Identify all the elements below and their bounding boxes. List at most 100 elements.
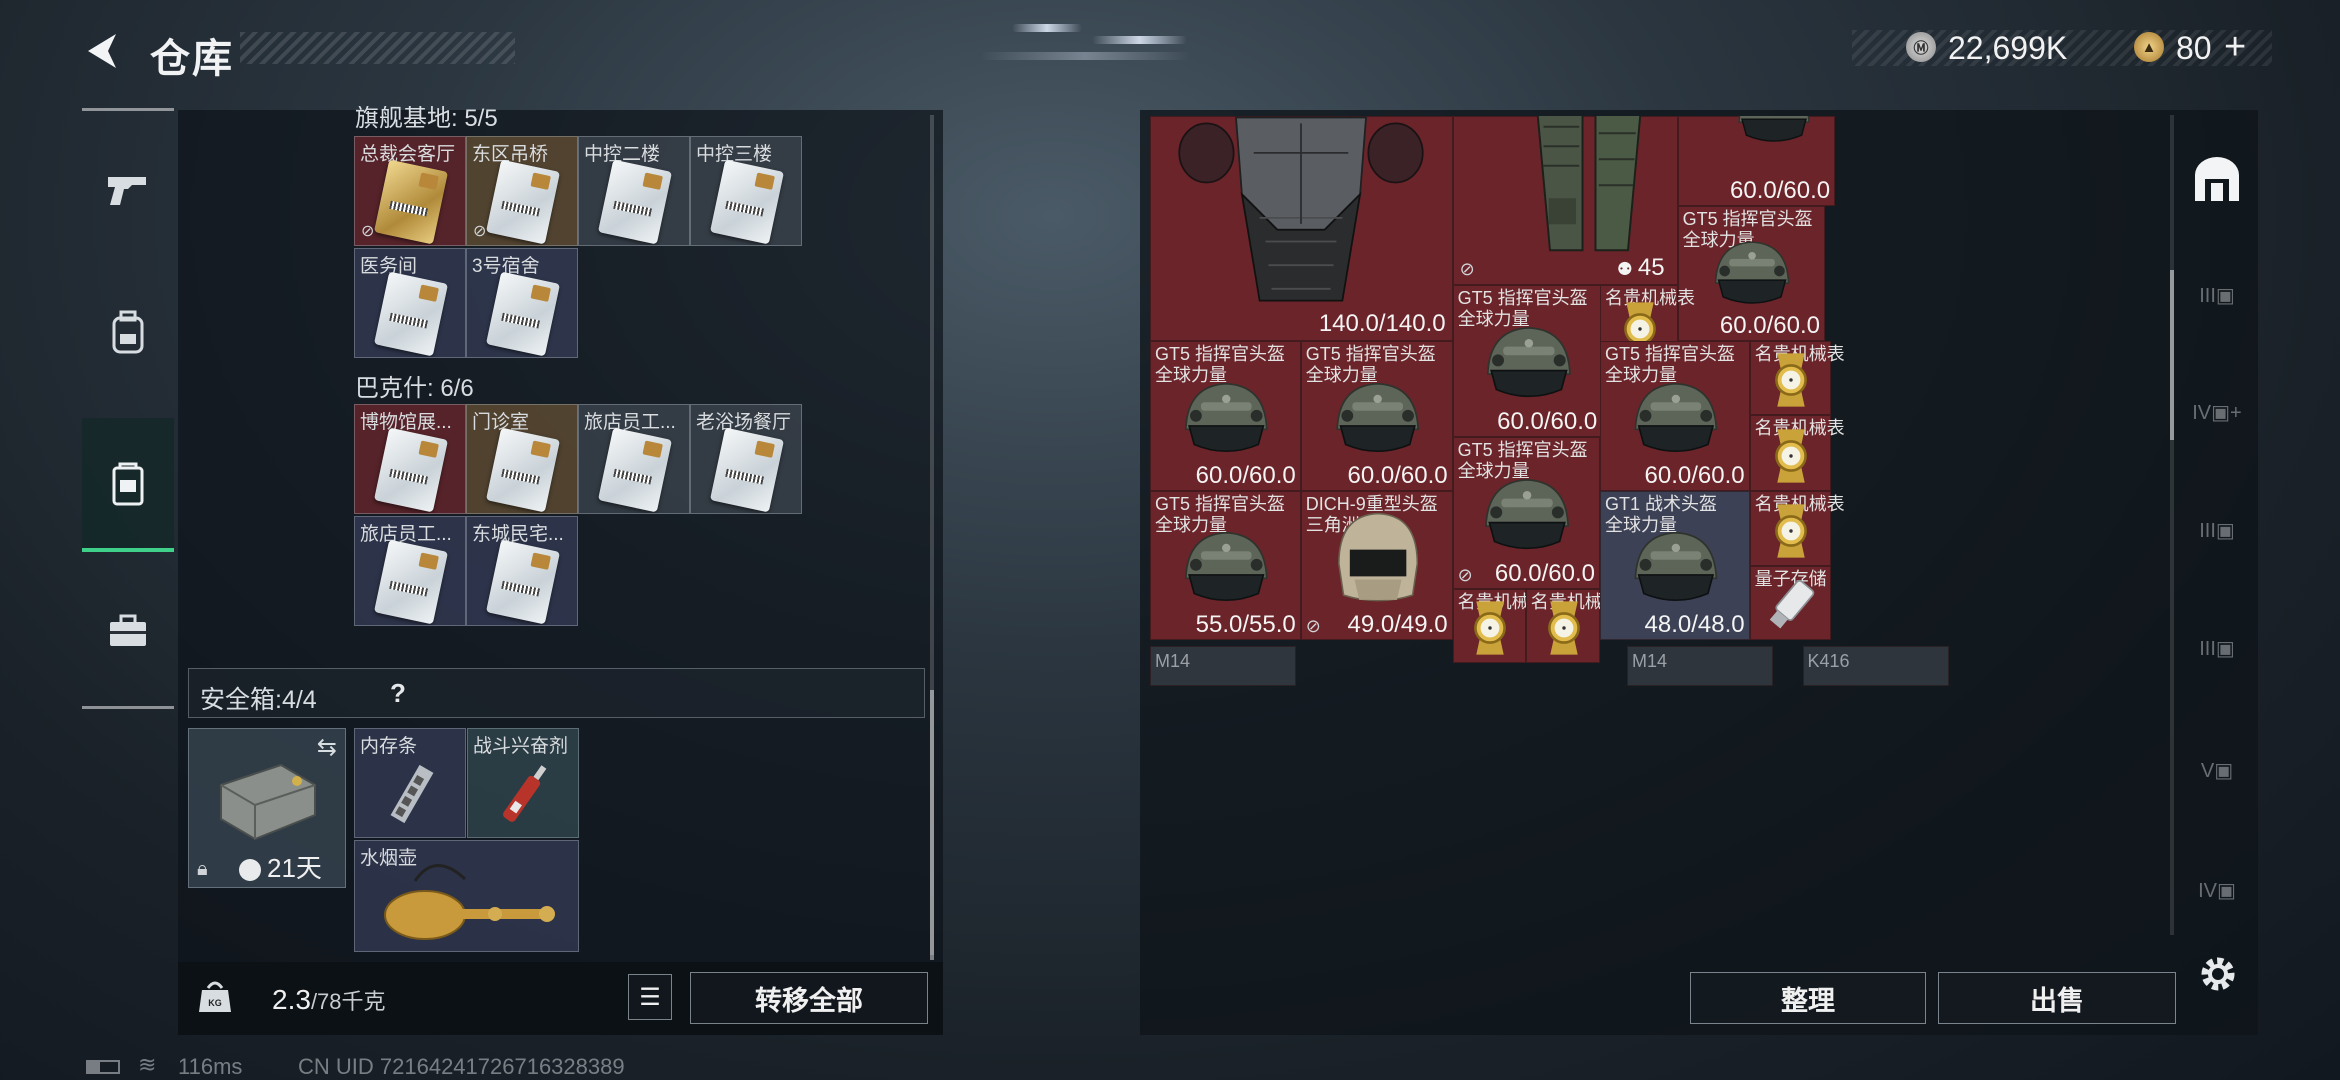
- sort-button[interactable]: 整理: [1690, 972, 1926, 1024]
- helmet-item[interactable]: GT5 指挥官头盔 全球力量 60.0/60.0: [1677, 206, 1825, 341]
- right-scrollbar-thumb[interactable]: [2170, 270, 2174, 440]
- safe-item-memory[interactable]: 内存条: [354, 728, 466, 838]
- helmet-item[interactable]: GT5 指挥官头盔 全球力量 60.0/60.0: [1150, 341, 1301, 491]
- chest-rig-item[interactable]: ⊘ ⚉ 45: [1452, 116, 1678, 285]
- watch-icon: [1765, 501, 1817, 561]
- helmet-icon: [1719, 116, 1829, 157]
- battery-icon: [86, 1060, 120, 1074]
- group2-title: 巴克什: 6/6: [355, 375, 474, 402]
- timer-icon: [239, 859, 261, 881]
- keycard-slot[interactable]: 东城民宅...: [466, 516, 578, 626]
- storage-unit-icon: III▣: [2199, 519, 2235, 542]
- no-trade-icon: ⊘: [1457, 564, 1473, 585]
- keycard-slot[interactable]: 东区吊桥 ⊘: [466, 136, 578, 246]
- helmet-icon: [1622, 526, 1730, 619]
- storage-unit-tab-4a[interactable]: IV▣+: [2180, 362, 2254, 462]
- item-durability: 55.0/55.0: [1195, 611, 1296, 639]
- keycard-slot[interactable]: 老浴场餐厅: [690, 404, 802, 514]
- weapon-item[interactable]: M14: [1627, 646, 1774, 687]
- inventory-grid[interactable]: 140.0/140.0 ⊘ ⚉ 45 60.0/60.0 GT5 指挥官头盔 全球力量 60…: [1150, 116, 2162, 931]
- storage-unit-icon: IV▣: [2198, 879, 2236, 902]
- keycard-slot[interactable]: 门诊室: [466, 404, 578, 514]
- safe-box-help-button[interactable]: ?: [390, 678, 406, 709]
- keycard-icon: [373, 271, 449, 357]
- list-view-button[interactable]: ☰: [628, 974, 672, 1020]
- helmet-item[interactable]: GT5 指挥官头盔 全球力量 60.0/60.0: [1452, 284, 1603, 437]
- keycard-icon: [485, 427, 561, 513]
- title-decoration: [240, 32, 515, 64]
- keycard-slot[interactable]: 博物馆展...: [354, 404, 466, 514]
- storage-unit-tab-5[interactable]: V▣: [2180, 720, 2254, 820]
- keycard-icon: [597, 159, 673, 245]
- item-label: 中控三楼: [696, 144, 773, 165]
- keycard-icon: [709, 427, 785, 513]
- add-token-button[interactable]: +: [2224, 26, 2246, 69]
- heavy-helmet-icon: [1331, 500, 1425, 620]
- keycard-slot[interactable]: 总裁会客厅 ⊘: [354, 136, 466, 246]
- right-scrollbar-track[interactable]: [2170, 115, 2174, 935]
- keycard-slot[interactable]: 旅店员工...: [354, 516, 466, 626]
- sell-button[interactable]: 出售: [1938, 972, 2176, 1024]
- svg-text:KG: KG: [208, 998, 222, 1008]
- back-button[interactable]: [78, 26, 128, 76]
- keycard-slot[interactable]: 旅店员工...: [578, 404, 690, 514]
- storage-unit-tab-active[interactable]: [2180, 130, 2254, 230]
- nav-divider: [82, 706, 174, 709]
- helmet-item[interactable]: GT5 指挥官头盔 全球力量 60.0/60.0: [1600, 341, 1750, 491]
- keycard-slot[interactable]: 中控三楼: [690, 136, 802, 246]
- helmet-item[interactable]: GT5 指挥官头盔 全球力量 60.0/60.0 ⊘: [1452, 436, 1600, 589]
- nav-storage-tab[interactable]: [82, 418, 174, 552]
- transfer-all-button[interactable]: 转移全部: [690, 972, 928, 1024]
- nav-case-tab[interactable]: [82, 566, 174, 696]
- keycard-slot[interactable]: 医务间: [354, 248, 466, 358]
- storage-unit-tab-4b[interactable]: IV▣: [2180, 840, 2254, 940]
- helmet-item[interactable]: GT5 指挥官头盔 全球力量 55.0/55.0: [1150, 490, 1301, 641]
- watch-item[interactable]: 名贵机械表: [1525, 588, 1621, 663]
- safe-box-title: 安全箱:4/4: [200, 686, 317, 714]
- storage-door-icon: [2195, 157, 2239, 201]
- money-amount: 22,699K: [1948, 30, 2068, 66]
- token-amount: 80: [2176, 30, 2212, 66]
- no-trade-icon: ⊘: [1459, 258, 1475, 279]
- item-label: 旅店员工...: [584, 412, 676, 433]
- helmet-icon: [1172, 526, 1281, 619]
- item-name: K416: [1807, 651, 1850, 672]
- helmet-icon: [1474, 473, 1580, 567]
- weapon-item[interactable]: M14: [1150, 646, 1297, 687]
- keycard-slot[interactable]: 3号宿舍: [466, 248, 578, 358]
- watch-item[interactable]: 名贵机械表: [1452, 588, 1548, 663]
- watch-item[interactable]: 名贵机械表: [1749, 341, 1845, 416]
- money-coin-icon: Ⓜ: [1906, 32, 1936, 62]
- helmet-icon: [1622, 377, 1730, 470]
- helmet-item[interactable]: DICH-9重型头盔 三角洲 49.0/49.0 ⊘: [1300, 490, 1453, 641]
- settings-button[interactable]: [2196, 952, 2240, 996]
- keycard-icon: [485, 539, 561, 625]
- storage-unit-tab-3a[interactable]: III▣: [2180, 245, 2254, 345]
- chest-rig-icon: [1524, 116, 1654, 257]
- safe-box-slot[interactable]: ⇆ 🔒︎ 21天: [188, 728, 346, 888]
- safe-item-stim[interactable]: 战斗兴奋剂: [467, 728, 579, 838]
- lock-icon: 🔒︎: [197, 858, 208, 880]
- helmet-icon: [1323, 377, 1432, 470]
- safe-item-hookah[interactable]: 水烟壶: [354, 840, 579, 952]
- watch-item[interactable]: 名贵机械表: [1749, 415, 1845, 491]
- top-right-helmet-item[interactable]: 60.0/60.0: [1677, 116, 1836, 206]
- safe-case-icon: [220, 763, 316, 841]
- helmet-item[interactable]: GT1 战术头盔 全球力量 48.0/48.0: [1600, 490, 1750, 641]
- storage-unit-tab-3b[interactable]: III▣: [2180, 480, 2254, 580]
- armor-vest-icon: [1171, 116, 1431, 337]
- keycard-slot[interactable]: 中控二楼: [578, 136, 690, 246]
- item-label: 东区吊桥: [472, 144, 549, 165]
- watch-item[interactable]: 名贵机械表: [1749, 490, 1845, 566]
- nav-backpack-tab[interactable]: [82, 268, 174, 398]
- helmet-item[interactable]: GT5 指挥官头盔 全球力量 60.0/60.0: [1300, 341, 1453, 491]
- storage-unit-tab-3c[interactable]: III▣: [2180, 598, 2254, 698]
- quantum-storage-item[interactable]: 量子存储: [1749, 566, 1831, 641]
- helmet-icon: [1475, 321, 1583, 415]
- armor-vest-item[interactable]: 140.0/140.0: [1150, 116, 1453, 341]
- weapon-item[interactable]: K416: [1802, 646, 1949, 687]
- left-scrollbar-thumb[interactable]: [930, 690, 934, 960]
- nav-weapons-tab[interactable]: [82, 126, 174, 256]
- no-trade-icon: ⊘: [361, 223, 375, 240]
- item-label: 老浴场餐厅: [696, 412, 792, 433]
